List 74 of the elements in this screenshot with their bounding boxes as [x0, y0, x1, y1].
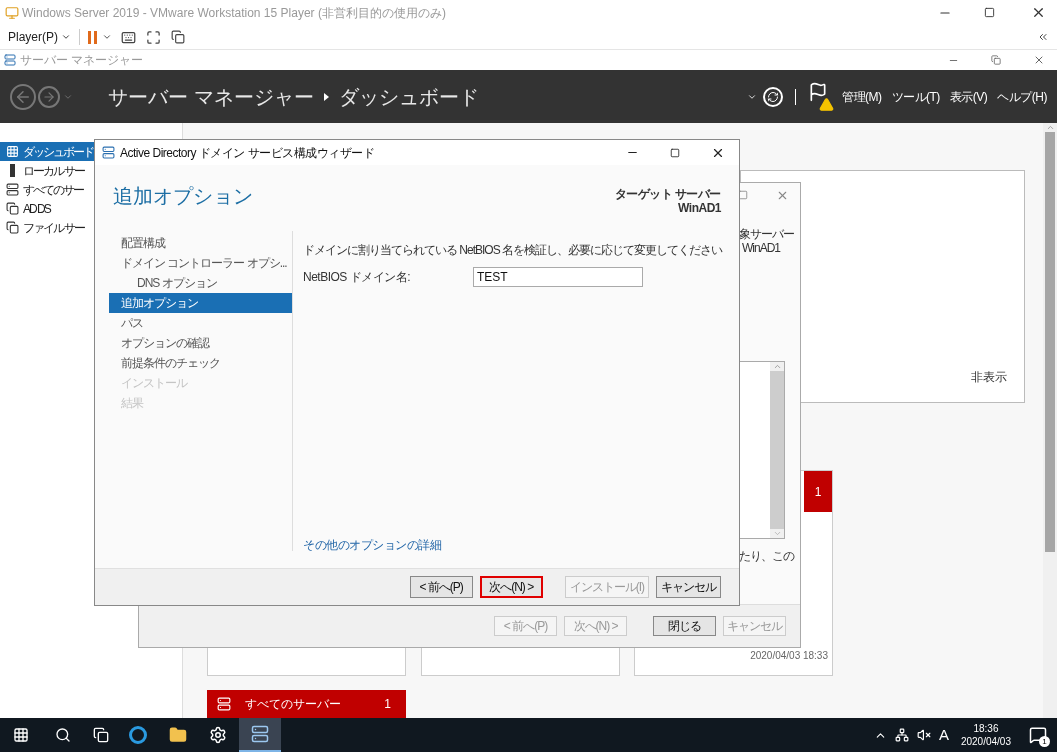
breadcrumb: ダッシュボード — [338, 84, 479, 110]
netbios-name-field[interactable]: TEST — [473, 267, 643, 287]
wizard-step[interactable]: オプションの確認 — [109, 333, 292, 353]
hide-link[interactable]: 非表示 — [971, 368, 1007, 386]
target-label: 象サーバー — [739, 227, 794, 241]
app-icon — [102, 146, 115, 159]
separator-icon — [323, 92, 329, 101]
close-icon[interactable] — [1031, 5, 1046, 20]
flag-warning-icon[interactable] — [808, 81, 834, 112]
menu-item[interactable]: 管理(M) — [842, 87, 882, 106]
search-icon[interactable] — [55, 727, 71, 743]
back-icon[interactable] — [10, 83, 36, 110]
pause-icon[interactable] — [88, 30, 97, 44]
caret-icon — [61, 32, 71, 42]
description-text: たり、この — [739, 548, 794, 565]
player-menu[interactable]: Player(P) — [8, 28, 71, 46]
menu-item[interactable]: ヘルプ(H) — [997, 87, 1047, 106]
wizard-step[interactable]: 前提条件のチェック — [109, 353, 292, 373]
caret-icon[interactable] — [102, 32, 112, 42]
settings-icon[interactable] — [209, 726, 227, 744]
start-icon[interactable] — [13, 727, 29, 743]
wizard-step[interactable]: パス — [109, 313, 292, 333]
role-icon — [6, 221, 19, 234]
details-link[interactable]: その他のオプションの詳細 — [303, 536, 441, 554]
wizard-button[interactable]: 次へ(N) > — [479, 576, 543, 598]
servers-icon — [217, 697, 231, 711]
maximize-icon[interactable] — [738, 190, 748, 200]
wizard-button[interactable]: < 前へ(P) — [409, 576, 473, 598]
breadcrumb: サーバー マネージャー — [108, 84, 314, 110]
network-icon[interactable] — [894, 728, 909, 742]
instruction-text: ドメインに割り当てられている NetBIOS 名を検証し、必要に応じて変更してください — [303, 242, 723, 259]
fullscreen-icon[interactable] — [146, 29, 161, 45]
taskbar-button[interactable] — [239, 718, 281, 752]
server-icon — [251, 725, 269, 743]
browser-icon[interactable] — [129, 726, 147, 744]
dashboard-icon — [6, 145, 19, 158]
count-badge: 1 — [804, 471, 832, 512]
notification-icon[interactable]: 1 — [1029, 726, 1047, 744]
volume-muted-icon[interactable] — [916, 728, 931, 742]
collapse-icon[interactable] — [1037, 31, 1049, 43]
timestamp: 2020/04/03 18:33 — [750, 649, 828, 663]
window-icon[interactable] — [171, 30, 185, 44]
field-label: NetBIOS ドメイン名: — [303, 269, 412, 286]
clock[interactable]: 18:36 2020/04/03 — [960, 722, 1011, 748]
wizard-step[interactable]: 追加オプション — [109, 293, 292, 313]
maximize-icon[interactable] — [984, 7, 995, 18]
menu-item[interactable]: ツール(T) — [891, 87, 940, 106]
app-icon — [4, 54, 16, 66]
folder-icon[interactable] — [169, 726, 187, 744]
wizard-step[interactable]: ドメイン コントローラー オプシ... — [109, 253, 292, 273]
role-icon — [6, 202, 19, 215]
keyboard-icon[interactable] — [121, 29, 136, 45]
target-name: WinAD1 — [742, 241, 780, 255]
wizard-button[interactable]: キャンセル — [656, 576, 721, 598]
dialog-button[interactable]: 閉じる — [653, 616, 716, 636]
all-servers-tile[interactable]: すべてのサーバー 1 — [207, 690, 406, 718]
window-title: Windows Server 2019 - VMware Workstation 15 Player (非営利目的の使用のみ) — [22, 4, 446, 22]
maximize-icon[interactable] — [670, 147, 680, 158]
wizard-step[interactable]: DNS オプション — [109, 273, 292, 293]
refresh-icon[interactable] — [763, 86, 783, 107]
wizard-heading: 追加オプション — [113, 184, 253, 209]
window-title: サーバー マネージャー — [20, 52, 144, 69]
ime-indicator[interactable]: A — [938, 723, 949, 747]
app-icon — [5, 5, 19, 20]
server-icon — [10, 164, 15, 177]
forward-icon[interactable] — [38, 85, 60, 108]
scrollbar[interactable] — [1043, 123, 1057, 718]
target-name: WinAD1 — [678, 201, 721, 215]
target-label: ターゲット サーバー — [614, 187, 721, 201]
task-view-icon[interactable] — [93, 727, 109, 743]
servers-icon — [6, 183, 19, 196]
menu-item[interactable]: 表示(V) — [949, 87, 988, 106]
sidebar-item[interactable]: ローカル サー — [0, 161, 182, 180]
restore-icon[interactable] — [991, 55, 1001, 65]
